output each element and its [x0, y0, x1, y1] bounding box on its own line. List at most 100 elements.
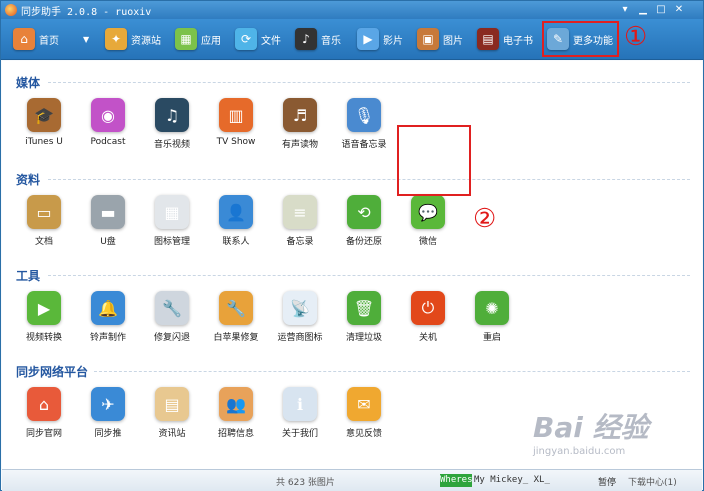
- tile-audiobook[interactable]: ♬ 有声读物: [272, 98, 328, 150]
- now-playing-track: My Mickey_ XL_: [474, 475, 550, 485]
- close-button[interactable]: ✕: [671, 2, 687, 17]
- tile-ringtone[interactable]: 🔔 铃声制作: [80, 291, 136, 343]
- download-center-button[interactable]: 下载中心(1): [628, 475, 677, 488]
- tile-label: 微信: [418, 237, 437, 247]
- window-title: 同步助手 2.0.8 - ruoxiv: [21, 7, 152, 18]
- official-site-icon: ⌂: [27, 387, 61, 421]
- app-window: 同步助手 2.0.8 - ruoxiv ▾ ▁ □ ✕ ⌂ 首页 ▼ ✦ 资源站 ▦ 应用 ⟳…: [0, 0, 704, 491]
- tile-white-apple-fix[interactable]: 🔧 白苹果修复: [208, 291, 264, 343]
- toolbar-item-8[interactable]: ▤ 电子书: [477, 23, 533, 55]
- tile-tongbu-push[interactable]: ✈ 同步推: [80, 387, 136, 439]
- menu-dropdown-button[interactable]: ▾: [617, 2, 633, 17]
- white-apple-fix-icon: 🔧: [219, 291, 253, 325]
- music-icon: ♪: [295, 28, 317, 50]
- wechat-icon: 💬: [411, 195, 445, 229]
- podcast-icon: ◉: [91, 98, 125, 132]
- tile-usb-disk[interactable]: ▬ U盘: [80, 195, 136, 247]
- pause-button[interactable]: 暂停: [598, 475, 616, 488]
- tile-label: 备份还原: [345, 237, 382, 247]
- tile-backup-restore[interactable]: ⟲ 备份还原: [336, 195, 392, 247]
- tile-music-video[interactable]: ♫ 音乐视频: [144, 98, 200, 150]
- tile-trash-cleanup[interactable]: 🗑 清理垃圾: [336, 291, 392, 343]
- tile-news[interactable]: ▤ 资讯站: [144, 387, 200, 439]
- tile-feedback[interactable]: ✉ 意见反馈: [336, 387, 392, 439]
- tile-label: 运营商图标: [277, 333, 323, 343]
- tile-voice-memo[interactable]: 🎙 语音备忘录: [336, 98, 392, 150]
- tv-show-icon: ▥: [219, 98, 253, 132]
- tile-contacts[interactable]: 👤 联系人: [208, 195, 264, 247]
- tile-label: 语音备忘录: [341, 140, 387, 150]
- backup-restore-icon: ⟲: [347, 195, 381, 229]
- tile-itunes-u[interactable]: 🎓 iTunes U: [16, 98, 72, 147]
- ebook-icon: ▤: [477, 28, 499, 50]
- tile-label: 同步官网: [25, 429, 62, 439]
- annotation-two: ②: [473, 204, 497, 234]
- tile-label: 备忘录: [286, 237, 314, 247]
- toolbar-item-4[interactable]: ⟳ 文件: [235, 23, 281, 55]
- dropdown-icon: ▼: [83, 34, 90, 44]
- contacts-icon: 👤: [219, 195, 253, 229]
- toolbar-label: 图片: [443, 35, 463, 47]
- toolbar-item-0[interactable]: ⌂ 首页: [13, 23, 59, 55]
- tile-label: 图标管理: [153, 237, 190, 247]
- jobs-icon: 👥: [219, 387, 253, 421]
- home-icon: ⌂: [13, 28, 35, 50]
- tile-label: 招聘信息: [217, 429, 254, 439]
- highlight-box-more-functions: [542, 21, 619, 57]
- toolbar-item-3[interactable]: ▦ 应用: [175, 23, 221, 55]
- toolbar-item-6[interactable]: ▶ 影片: [357, 23, 403, 55]
- video-icon: ▶: [357, 28, 379, 50]
- toolbar-item-5[interactable]: ♪ 音乐: [295, 23, 341, 55]
- tile-label: 同步推: [94, 429, 122, 439]
- tile-jobs[interactable]: 👥 招聘信息: [208, 387, 264, 439]
- document-icon: ▭: [27, 195, 61, 229]
- tile-label: 清理垃圾: [345, 333, 382, 343]
- tile-repair-crash[interactable]: 🔧 修复闪退: [144, 291, 200, 343]
- usb-disk-icon: ▬: [91, 195, 125, 229]
- voice-memo-icon: 🎙: [347, 98, 381, 132]
- tile-shutdown[interactable]: ⏻ 关机: [400, 291, 456, 343]
- tile-label: 音乐视频: [153, 140, 190, 150]
- tile-official-site[interactable]: ⌂ 同步官网: [16, 387, 72, 439]
- toolbar-item-7[interactable]: ▣ 图片: [417, 23, 463, 55]
- apps-icon: ▦: [175, 28, 197, 50]
- tile-about[interactable]: ℹ 关于我们: [272, 387, 328, 439]
- tile-memo[interactable]: ≡ 备忘录: [272, 195, 328, 247]
- tile-label: 意见反馈: [345, 429, 382, 439]
- minimize-button[interactable]: ▁: [635, 2, 651, 17]
- toolbar-label: 首页: [39, 35, 59, 47]
- tile-icon-manager[interactable]: ▦ 图标管理: [144, 195, 200, 247]
- toolbar-label: 电子书: [503, 35, 533, 47]
- restart-icon: ✺: [475, 291, 509, 325]
- tile-carrier[interactable]: 📡 运营商图标: [272, 291, 328, 343]
- tile-label: 关于我们: [281, 429, 318, 439]
- toolbar-item-2[interactable]: ✦ 资源站: [105, 23, 161, 55]
- tile-wechat[interactable]: 💬 微信: [400, 195, 456, 247]
- maximize-button[interactable]: □: [653, 2, 669, 17]
- tile-label: 铃声制作: [89, 333, 126, 343]
- repair-crash-icon: 🔧: [155, 291, 189, 325]
- section-title: 工具: [16, 269, 41, 283]
- annotation-one: ①: [624, 22, 648, 52]
- status-bar: 共 623 张图片 Wheres My Mickey_ XL_ 暂停 下载中心(…: [2, 469, 702, 491]
- section-title: 资料: [16, 173, 41, 187]
- toolbar-label: 音乐: [321, 35, 341, 47]
- toolbar-label: 应用: [201, 35, 221, 47]
- section-divider: [94, 371, 690, 372]
- file-sync-icon: ⟳: [235, 28, 257, 50]
- tile-podcast[interactable]: ◉ Podcast: [80, 98, 136, 147]
- baidu-watermark: Bai 经验 jingyan.baidu.com: [533, 406, 701, 466]
- toolbar-item-1[interactable]: ▼: [83, 23, 89, 55]
- now-playing-badge: Wheres: [440, 474, 473, 487]
- tile-document[interactable]: ▭ 文档: [16, 195, 72, 247]
- tile-restart[interactable]: ✺ 重启: [464, 291, 520, 343]
- icon-manager-icon: ▦: [155, 195, 189, 229]
- picture-icon: ▣: [417, 28, 439, 50]
- tile-video-convert[interactable]: ▶ 视频转换: [16, 291, 72, 343]
- about-icon: ℹ: [283, 387, 317, 421]
- highlight-box-wechat: [397, 125, 471, 196]
- feedback-icon: ✉: [347, 387, 381, 421]
- tile-label: 联系人: [222, 237, 250, 247]
- tile-label: iTunes U: [25, 137, 63, 147]
- tile-tv-show[interactable]: ▥ TV Show: [208, 98, 264, 147]
